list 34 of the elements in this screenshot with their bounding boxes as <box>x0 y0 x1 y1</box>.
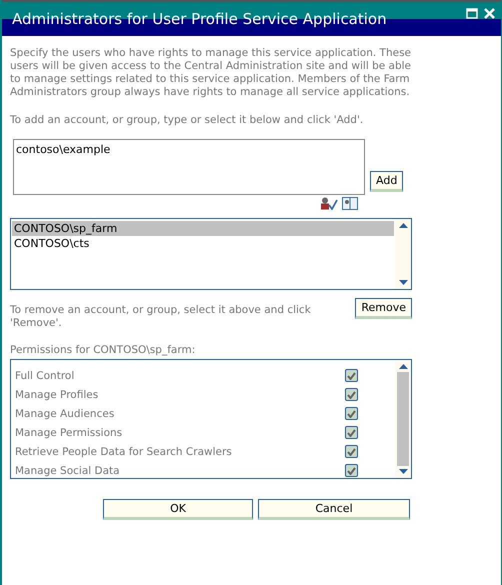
permission-label: Manage Social Data <box>15 464 120 476</box>
scroll-down-icon[interactable] <box>398 280 408 285</box>
permission-label: Manage Audiences <box>15 408 114 420</box>
permission-label: Full Control <box>15 370 74 382</box>
remove-instruction-text: To remove an account, or group, select it above and click 'Remove'. <box>10 304 312 330</box>
maximize-icon[interactable] <box>466 8 478 19</box>
permission-label: Manage Profiles <box>15 388 98 400</box>
check-names-icon[interactable] <box>320 197 338 210</box>
scroll-up-icon[interactable] <box>398 223 408 228</box>
checkbox[interactable] <box>345 388 358 401</box>
close-icon[interactable] <box>484 8 495 19</box>
checkbox[interactable] <box>345 426 358 439</box>
description-text: Specify the users who have rights to manage this service application. These users will be given access to the Central Administration site and will be able to manage settings related to this service application. Members of the Farm Administrators group always have rights to manage all service applications. <box>10 47 412 99</box>
people-picker-field[interactable]: contoso\example <box>13 139 365 195</box>
checkbox[interactable] <box>345 464 358 477</box>
window-title: Administrators for User Profile Service Application <box>12 10 387 28</box>
scrollbar[interactable] <box>395 219 411 289</box>
add-button[interactable]: Add <box>370 171 404 192</box>
scroll-down-icon[interactable] <box>398 469 408 474</box>
cancel-button[interactable]: Cancel <box>258 499 410 520</box>
permission-label: Retrieve People Data for Search Crawlers <box>15 446 232 458</box>
administrator-item[interactable]: CONTOSO\sp_farm <box>12 221 394 236</box>
checkbox[interactable] <box>345 445 358 458</box>
permissions-label: Permissions for CONTOSO\sp_farm: <box>10 344 196 357</box>
checkbox[interactable] <box>345 369 358 382</box>
remove-button[interactable]: Remove <box>355 298 412 319</box>
address-book-icon[interactable] <box>342 197 358 210</box>
administrator-item[interactable]: CONTOSO\cts <box>12 236 394 251</box>
checkbox[interactable] <box>345 407 358 420</box>
add-instruction-text: To add an account, or group, type or select it below and click 'Add'. <box>10 114 364 127</box>
permission-label: Manage Permissions <box>15 426 122 438</box>
scrollbar[interactable] <box>395 360 411 478</box>
scroll-up-icon[interactable] <box>398 364 408 369</box>
ok-button[interactable]: OK <box>103 499 253 520</box>
